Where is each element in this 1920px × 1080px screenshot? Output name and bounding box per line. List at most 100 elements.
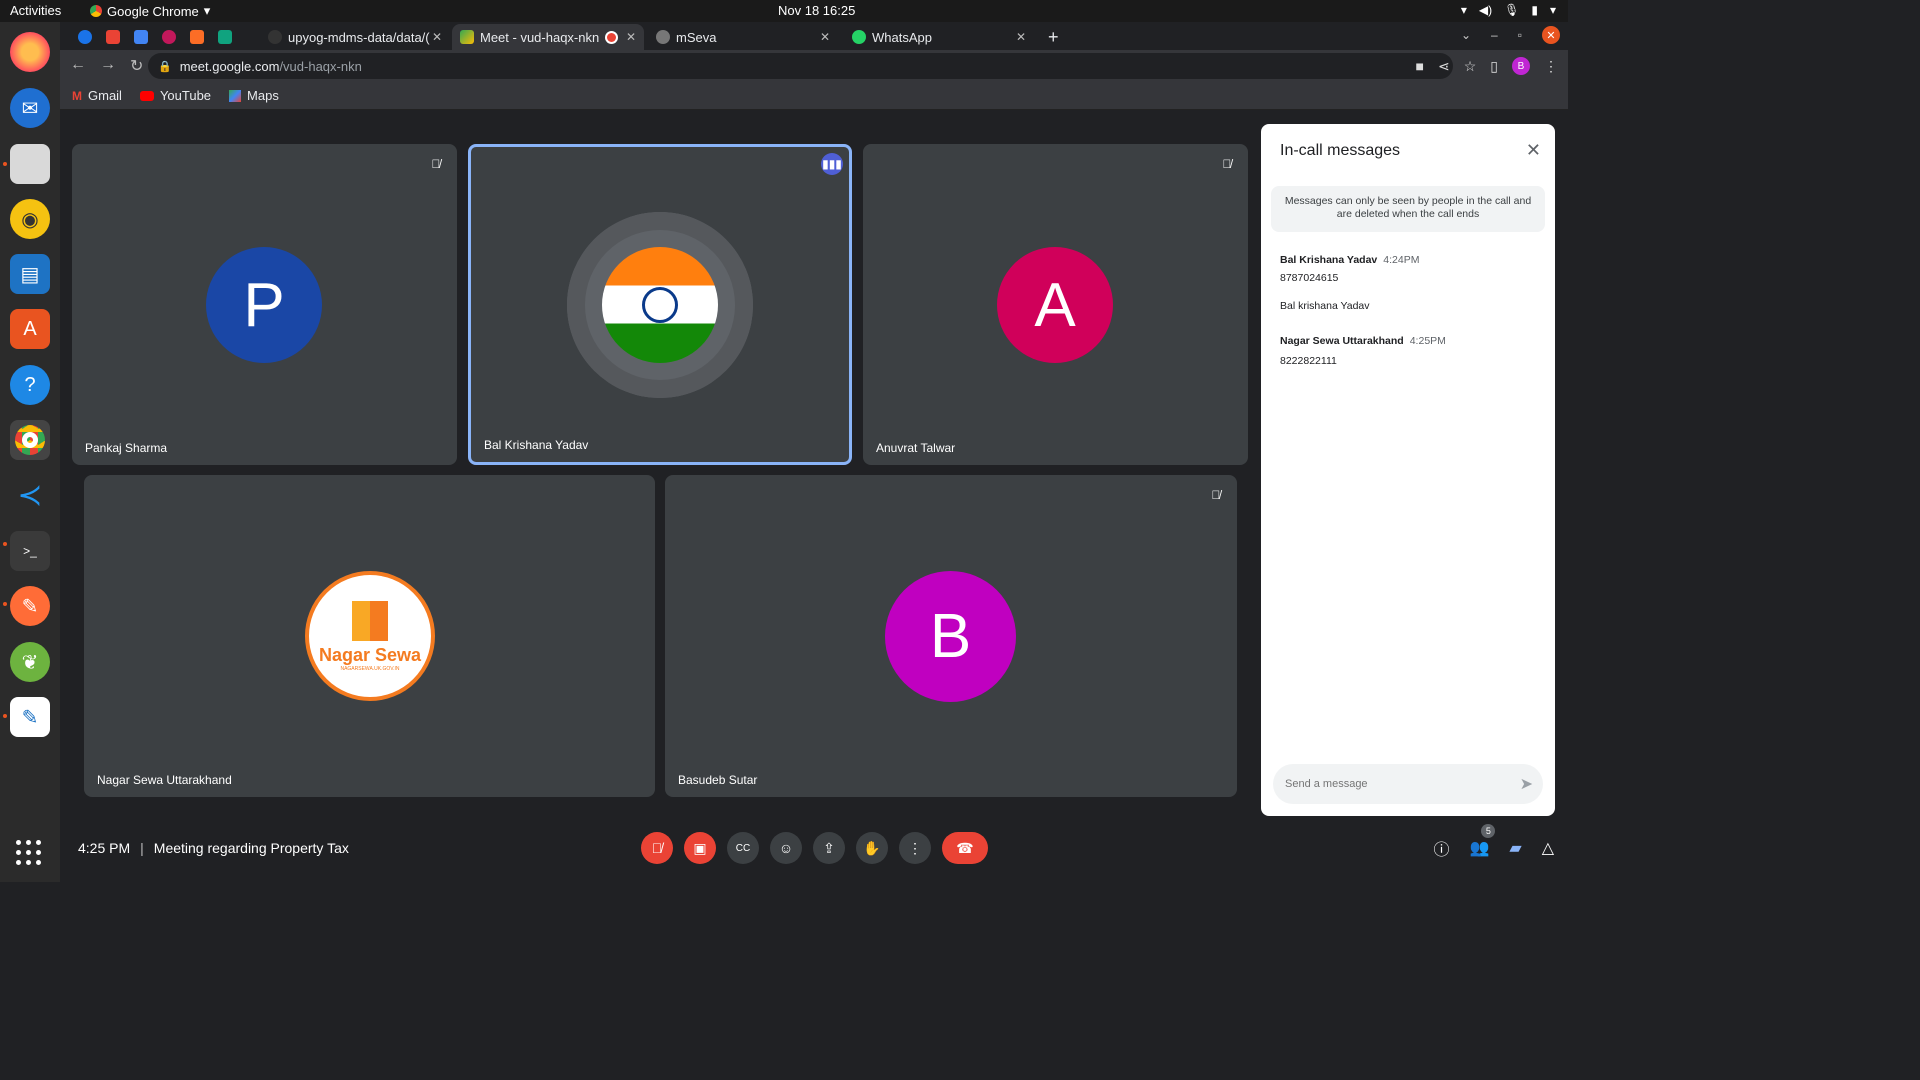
thunderbird-icon[interactable]: ✉ <box>10 88 50 128</box>
tab-favicon <box>190 30 204 44</box>
mic-off-icon: 🎙̸ <box>651 840 663 856</box>
rhythmbox-icon[interactable]: ◉ <box>10 199 50 239</box>
emoji-icon: ☺ <box>778 840 794 856</box>
system-tray[interactable]: ▾ ◀) 🎙 ▮ ▾ <box>1461 3 1556 17</box>
bookmark-youtube[interactable]: YouTube <box>139 88 211 103</box>
address-bar[interactable]: 🔒 meet.google.com/vud-haqx-nkn <box>148 53 1453 79</box>
reload-icon[interactable]: ↻ <box>130 56 143 76</box>
flag-avatar <box>602 247 718 363</box>
running-indicator <box>3 162 7 166</box>
participant-tile[interactable]: 🎙̸ P Pankaj Sharma <box>72 144 457 465</box>
tab-favicon <box>134 30 148 44</box>
bookmark-gmail[interactable]: M Gmail <box>72 88 122 103</box>
forward-icon[interactable]: → <box>100 56 116 76</box>
running-indicator <box>3 542 7 546</box>
activities-button[interactable]: Activities <box>10 3 61 18</box>
send-message-input[interactable] <box>1273 764 1543 804</box>
gmail-icon: M <box>72 88 82 103</box>
mic-off-button[interactable]: 🎙̸ <box>641 832 673 864</box>
bookmark-star-icon[interactable]: ☆ <box>1464 58 1477 75</box>
running-indicator <box>3 714 7 718</box>
participant-name: Bal Krishana Yadav <box>484 438 589 452</box>
terminal-icon[interactable]: >_ <box>10 531 50 571</box>
people-icon[interactable]: 👥 5 <box>1469 824 1496 858</box>
maximize-icon[interactable]: ▫ <box>1518 28 1522 42</box>
muted-mic-icon: 🎙̸ <box>1211 488 1221 502</box>
system-top-bar: Activities Google Chrome ▾ Nov 18 16:25 … <box>0 0 1568 22</box>
app-center-icon[interactable]: A <box>10 309 50 349</box>
tab-search-icon[interactable]: ⌄ <box>1461 28 1471 42</box>
message-sender: Nagar Sewa Uttarakhand <box>1280 335 1404 347</box>
system-clock[interactable]: Nov 18 16:25 <box>778 3 855 18</box>
message-time: 4:25PM <box>1409 335 1446 347</box>
tab-label: upyog-mdms-data/data/( <box>288 29 430 45</box>
app-menu[interactable]: Google Chrome ▾ <box>90 3 210 19</box>
tab-favicon <box>162 30 176 44</box>
show-apps-icon[interactable] <box>16 840 42 866</box>
more-vert-icon: ⋮ <box>908 839 922 856</box>
vscode-icon[interactable]: ≺ <box>10 475 50 515</box>
files-icon[interactable] <box>10 144 50 184</box>
pinned-tabs[interactable] <box>70 24 260 50</box>
share-icon[interactable]: ⋖ <box>1438 58 1450 75</box>
participant-tile[interactable]: 🎙̸ A Anuvrat Talwar <box>863 144 1248 465</box>
postman-icon[interactable]: ✎ <box>10 586 50 626</box>
close-icon[interactable]: ✕ <box>1016 30 1026 44</box>
camera-off-button[interactable]: ▣ <box>684 832 716 864</box>
participant-tile-speaking[interactable]: ▮▮▮ Bal Krishana Yadav <box>468 144 852 465</box>
side-panel-icon[interactable]: ▯ <box>1490 58 1498 75</box>
writer-icon[interactable]: ▤ <box>10 254 50 294</box>
chrome-dock-icon[interactable] <box>10 420 50 460</box>
leave-call-button[interactable]: ☎ <box>942 832 988 864</box>
minimize-icon[interactable]: – <box>1491 28 1498 42</box>
tab-meet[interactable]: Meet - vud-haqx-nkn ✕ <box>452 24 644 50</box>
close-icon[interactable]: ✕ <box>432 30 442 44</box>
close-icon[interactable]: ✕ <box>820 30 830 44</box>
menu-icon[interactable]: ⋮ <box>1544 58 1558 75</box>
reactions-button[interactable]: ☺ <box>770 832 802 864</box>
muted-mic-icon: 🎙̸ <box>1222 157 1232 171</box>
meeting-details-icon[interactable]: ⓘ <box>1433 836 1449 860</box>
tab-label: Meet - vud-haqx-nkn <box>480 29 600 45</box>
tab-mseva[interactable]: mSeva ✕ <box>648 24 838 50</box>
tab-label: mSeva <box>676 29 717 45</box>
participant-tile[interactable]: 🎙̸ B Basudeb Sutar <box>665 475 1237 797</box>
more-options-button[interactable]: ⋮ <box>899 832 931 864</box>
volume-icon: ◀) <box>1478 3 1493 17</box>
present-button[interactable]: ⇪ <box>813 832 845 864</box>
avatar: P <box>206 247 322 363</box>
url-path: /vud-haqx-nkn <box>279 58 362 74</box>
text-editor-icon[interactable]: ✎ <box>10 697 50 737</box>
window-controls: ⌄ – ▫ ✕ <box>1461 26 1560 44</box>
chevron-down-icon: ▾ <box>203 3 211 18</box>
close-icon[interactable]: ✕ <box>626 30 636 44</box>
bookmark-maps[interactable]: Maps <box>229 88 279 103</box>
participant-tile[interactable]: Nagar Sewa NAGARSEWA.UK.GOV.IN Nagar Sew… <box>84 475 655 797</box>
meeting-info: 4:25 PM | Meeting regarding Property Tax <box>78 840 349 856</box>
tab-favicon <box>218 30 232 44</box>
close-window-button[interactable]: ✕ <box>1542 26 1560 44</box>
participant-name: Nagar Sewa Uttarakhand <box>97 773 232 787</box>
activities-icon[interactable]: △ <box>1542 838 1554 858</box>
tab-whatsapp[interactable]: WhatsApp ✕ <box>844 24 1034 50</box>
chat-icon[interactable]: ▰ <box>1509 838 1521 858</box>
panel-title: In-call messages <box>1280 142 1401 159</box>
back-icon[interactable]: ← <box>70 56 86 76</box>
wifi-icon: ▾ <box>1460 3 1467 17</box>
captions-icon: CC <box>735 842 751 854</box>
message-text: 8222822111 <box>1280 355 1337 367</box>
tab-upyog[interactable]: upyog-mdms-data/data/( ✕ <box>260 24 450 50</box>
help-icon[interactable]: ? <box>10 365 50 405</box>
avatar: A <box>997 247 1113 363</box>
raise-hand-button[interactable]: ✋ <box>856 832 888 864</box>
camera-icon[interactable]: ■ <box>1416 58 1424 74</box>
captions-button[interactable]: CC <box>727 832 759 864</box>
firefox-icon[interactable] <box>10 32 50 72</box>
profile-avatar[interactable]: B <box>1512 57 1530 75</box>
tab-favicon <box>78 30 92 44</box>
new-tab-button[interactable]: + <box>1040 24 1070 50</box>
app-name: Google Chrome <box>107 3 199 19</box>
close-icon[interactable]: ✕ <box>1526 140 1541 161</box>
spring-icon[interactable]: ❦ <box>10 642 50 682</box>
send-icon[interactable]: ➤ <box>1520 774 1533 794</box>
